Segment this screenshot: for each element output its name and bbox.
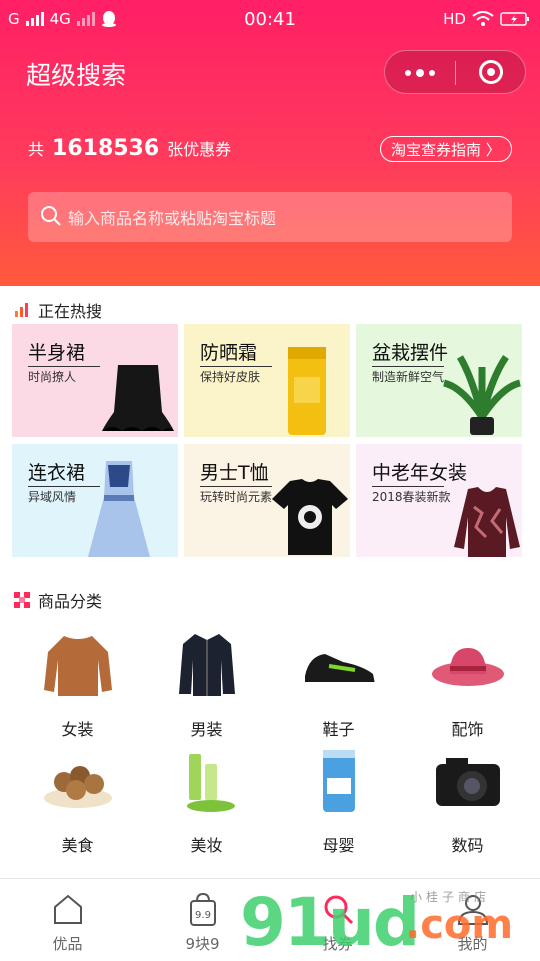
milk-powder-icon xyxy=(322,750,355,812)
hot-card-title: 盆栽摆件 xyxy=(372,342,449,364)
page-title: 超级搜索 xyxy=(26,61,127,90)
header-banner: G 4G 00:41 HD 超级搜索 共 1618536 张优惠券 淘宝查券指南… xyxy=(0,0,540,286)
card-underline xyxy=(372,366,444,367)
hot-section-title: 正在热搜 xyxy=(14,298,102,322)
count-suffix: 张优惠券 xyxy=(167,140,232,159)
hot-card-title: 中老年女装 xyxy=(372,462,468,484)
card-underline xyxy=(200,486,272,487)
category-label: 母婴 xyxy=(322,836,355,855)
category-food[interactable]: 美食 xyxy=(10,746,145,856)
category-digital[interactable]: 数码 xyxy=(400,746,535,856)
hot-card-title: 防晒霜 xyxy=(200,342,258,364)
category-men[interactable]: 男装 xyxy=(139,630,274,740)
category-baby[interactable]: 母婴 xyxy=(271,746,406,856)
count-prefix: 共 xyxy=(28,140,45,159)
bag-icon: 9.9 xyxy=(189,892,216,926)
hat-icon xyxy=(431,648,504,686)
hot-card-dress[interactable]: 连衣裙 异域风情 xyxy=(12,444,178,557)
hot-card-sunscreen[interactable]: 防晒霜 保持好皮肤 xyxy=(184,324,350,437)
tshirt-image xyxy=(272,479,348,555)
sweater-icon xyxy=(43,636,112,696)
category-label: 鞋子 xyxy=(322,720,355,739)
category-label: 数码 xyxy=(451,836,484,855)
category-women[interactable]: 女装 xyxy=(10,630,145,740)
category-label: 美妆 xyxy=(190,836,223,855)
close-miniprogram-button[interactable] xyxy=(479,60,503,84)
category-section-title: 商品分类 xyxy=(14,588,102,612)
category-shoes[interactable]: 鞋子 xyxy=(271,630,406,740)
watermark-logo: 91ud xyxy=(240,884,420,961)
watermark-handwriting: 小桂子商店 xyxy=(410,890,491,904)
wifi-icon xyxy=(472,11,494,26)
sneaker-icon xyxy=(304,654,375,686)
category-label: 男装 xyxy=(190,720,223,739)
cosmetics-icon xyxy=(186,754,235,812)
grid-icon xyxy=(14,592,30,608)
tab-home[interactable]: 优品 xyxy=(0,879,135,961)
hot-card-sub: 玩转时尚元素 xyxy=(200,490,273,504)
card-underline xyxy=(28,366,100,367)
taobao-guide-button[interactable]: 淘宝查券指南 〉 xyxy=(380,136,512,162)
search-icon xyxy=(41,206,61,226)
home-icon xyxy=(53,894,82,924)
hd-label: HD xyxy=(443,10,466,28)
card-underline xyxy=(200,366,272,367)
more-button[interactable] xyxy=(385,51,455,95)
hot-card-title: 半身裙 xyxy=(28,342,86,364)
skirt-image xyxy=(102,365,174,431)
bar-chart-icon xyxy=(15,303,28,317)
hot-card-elder-wear[interactable]: 中老年女装 2018春装新款 xyxy=(356,444,522,557)
category-label: 女装 xyxy=(61,720,94,739)
hot-card-sub: 异域风情 xyxy=(28,490,77,504)
hot-title: 正在热搜 xyxy=(38,302,103,321)
tab-label: 优品 xyxy=(52,935,83,953)
miniprogram-capsule xyxy=(384,50,526,94)
svg-text:9.9: 9.9 xyxy=(195,910,211,921)
hot-card-sub: 时尚撩人 xyxy=(28,370,77,384)
nuts-icon xyxy=(43,766,112,808)
capsule-divider xyxy=(455,61,456,85)
dress-image xyxy=(88,461,150,557)
plant-image xyxy=(442,354,522,435)
battery-icon xyxy=(500,12,529,26)
hot-card-title: 连衣裙 xyxy=(28,462,86,484)
category-label: 美食 xyxy=(61,836,94,855)
count-number: 1618536 xyxy=(52,136,160,161)
status-bar: G 4G 00:41 HD xyxy=(0,0,540,40)
hot-card-title: 男士T恤 xyxy=(200,462,269,484)
hot-card-sub: 2018春装新款 xyxy=(372,490,451,504)
camera-icon xyxy=(435,758,500,806)
category-accessories[interactable]: 配饰 xyxy=(400,630,535,740)
category-title: 商品分类 xyxy=(38,592,103,611)
coupon-count: 共 1618536 张优惠券 xyxy=(28,136,231,161)
hot-card-plant[interactable]: 盆栽摆件 制造新鲜空气 xyxy=(356,324,522,437)
coat-icon xyxy=(178,634,235,696)
hot-card-tshirt[interactable]: 男士T恤 玩转时尚元素 xyxy=(184,444,350,557)
status-right: HD xyxy=(443,10,530,28)
search-box[interactable] xyxy=(28,192,512,244)
blouse-image xyxy=(454,487,520,557)
search-input[interactable] xyxy=(66,192,500,244)
sunscreen-image xyxy=(288,347,326,435)
hot-card-sub: 制造新鲜空气 xyxy=(372,370,445,384)
category-label: 配饰 xyxy=(451,720,484,739)
category-beauty[interactable]: 美妆 xyxy=(139,746,274,856)
hot-card-sub: 保持好皮肤 xyxy=(200,370,261,384)
card-underline xyxy=(372,486,444,487)
hot-card-skirt[interactable]: 半身裙 时尚撩人 xyxy=(12,324,178,437)
watermark-domain: .com xyxy=(405,902,514,948)
